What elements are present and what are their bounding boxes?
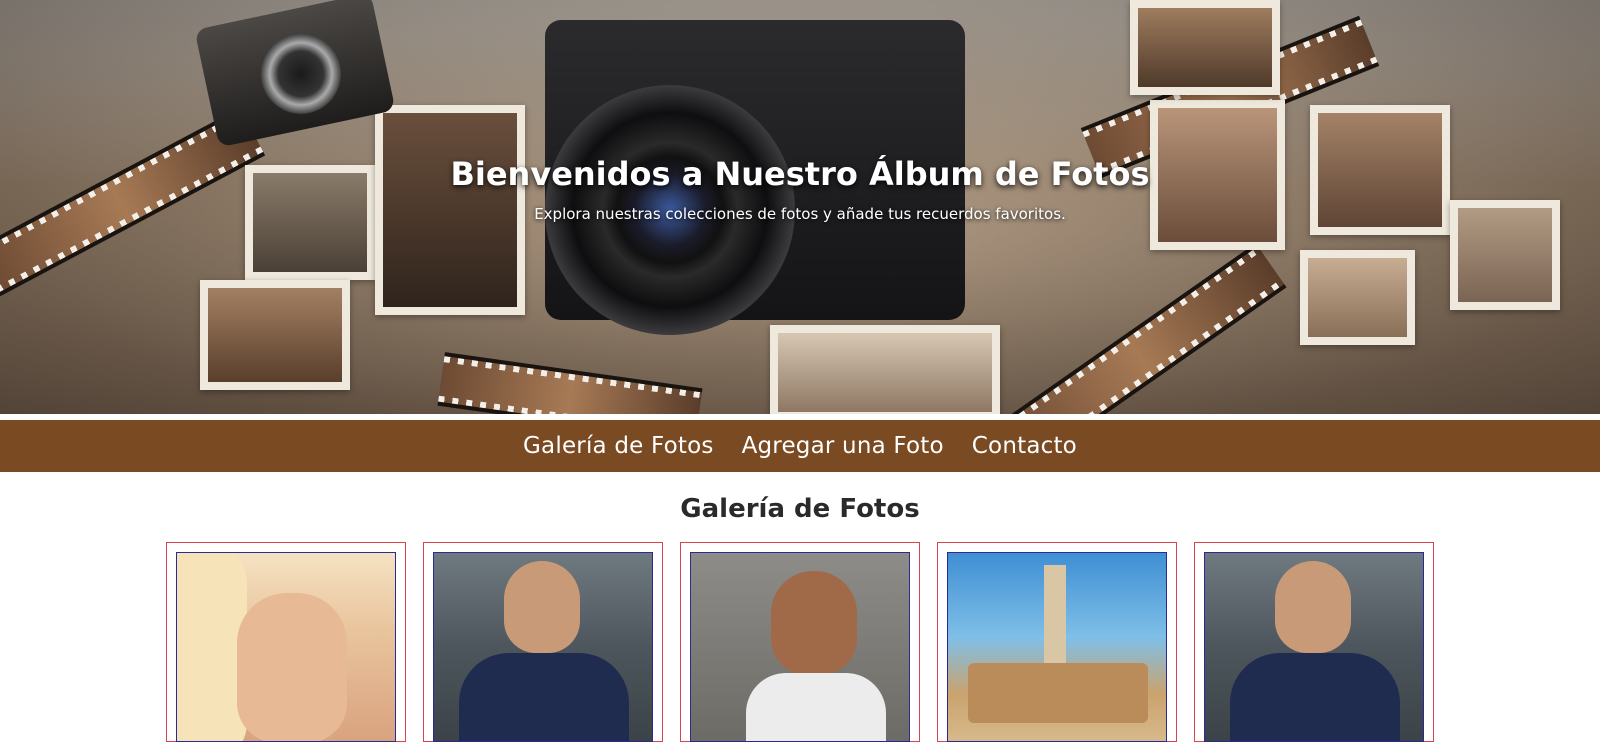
photo-gallery — [0, 542, 1600, 742]
nav-link-agregar-foto[interactable]: Agregar una Foto — [742, 433, 944, 459]
main-navigation: Galería de Fotos Agregar una Foto Contac… — [0, 420, 1600, 472]
photo-man-argentina-shirt[interactable] — [1204, 552, 1424, 742]
photo-card[interactable] — [423, 542, 663, 742]
photo-card[interactable] — [680, 542, 920, 742]
photo-man-flexing[interactable] — [690, 552, 910, 742]
photo-decoration — [1130, 0, 1280, 95]
photo-monument-tower[interactable] — [947, 552, 1167, 742]
photo-decoration — [1300, 250, 1415, 345]
nav-link-contacto[interactable]: Contacto — [972, 433, 1077, 459]
photo-decoration — [200, 280, 350, 390]
photo-decoration — [770, 325, 1000, 414]
hero-title: Bienvenidos a Nuestro Álbum de Fotos — [450, 155, 1150, 193]
photo-card[interactable] — [1194, 542, 1434, 742]
photo-man-argentina-shirt[interactable] — [433, 552, 653, 742]
hero-subtitle: Explora nuestras colecciones de fotos y … — [534, 205, 1066, 223]
gallery-title: Galería de Fotos — [680, 494, 920, 524]
hero-banner: Bienvenidos a Nuestro Álbum de Fotos Exp… — [0, 0, 1600, 414]
nav-link-galeria[interactable]: Galería de Fotos — [523, 433, 714, 459]
photo-woman-portrait[interactable] — [176, 552, 396, 742]
hero-text: Bienvenidos a Nuestro Álbum de Fotos Exp… — [0, 155, 1600, 223]
photo-card[interactable] — [166, 542, 406, 742]
photo-card[interactable] — [937, 542, 1177, 742]
